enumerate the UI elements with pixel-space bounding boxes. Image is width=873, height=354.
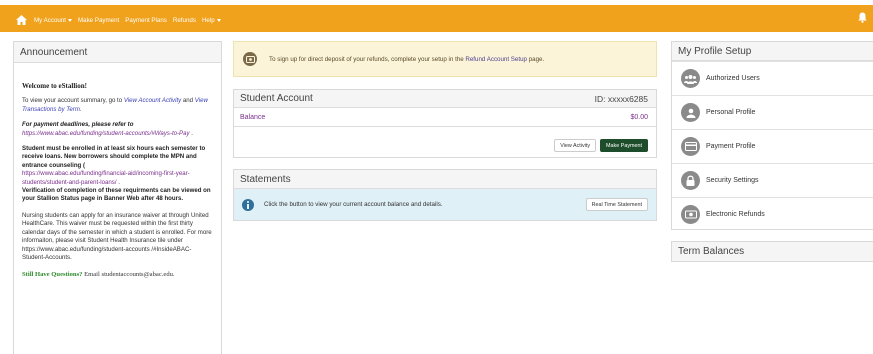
announcement-para-3: Student must be enrolled in at least six… [22, 145, 213, 204]
profile-item-electronic-refunds[interactable]: Electronic Refunds [672, 197, 873, 231]
profile-item-personal-profile[interactable]: Personal Profile [672, 95, 873, 129]
para-text: . [116, 178, 120, 186]
nav-label: Refunds [172, 16, 196, 24]
refund-notice: To sign up for direct deposit of your re… [233, 41, 657, 77]
balance-label: Balance [240, 113, 266, 121]
refund-account-setup-link[interactable]: Refund Account Setup [465, 56, 527, 63]
lock-icon [681, 171, 700, 190]
nav-label: Payment Plans [125, 16, 167, 24]
profile-setup-panel: My Profile Setup Authorized Users Person… [671, 41, 873, 230]
student-account-title: Student Account [240, 93, 313, 104]
profile-item-label: Security Settings [706, 177, 759, 184]
announcement-title: Announcement [14, 42, 221, 63]
account-actions: View Activity Make Payment [554, 139, 648, 152]
profile-item-security-settings[interactable]: Security Settings [672, 163, 873, 197]
view-activity-button[interactable]: View Activity [554, 139, 597, 152]
term-balances-panel: Term Balances [671, 241, 873, 262]
term-balances-title: Term Balances [672, 242, 873, 261]
nav-label: My Account [34, 16, 66, 24]
announcement-body: Welcome to eStallion! To view your accou… [14, 82, 221, 280]
nav-label: Make Payment [77, 16, 120, 24]
statements-info: Click the button to view your current ac… [234, 189, 656, 220]
profile-item-label: Electronic Refunds [706, 211, 765, 218]
real-time-statement-button[interactable]: Real Time Statement [585, 198, 648, 211]
notice-pre: To sign up for direct deposit of your re… [269, 55, 466, 63]
announcement-panel: Announcement Welcome to eStallion! To vi… [13, 41, 222, 354]
ways-to-pay-link[interactable]: https://www.abac.edu/funding/student-acc… [22, 130, 190, 137]
student-account-header: Student Account ID: xxxxx6285 [234, 90, 656, 108]
announcement-para-1: To view your account summary, go to View… [22, 97, 213, 114]
money-icon [681, 205, 700, 224]
statements-panel: Statements Click the button to view your… [233, 169, 657, 221]
caret-down-icon [67, 18, 72, 22]
statements-title: Statements [234, 170, 656, 189]
user-icon [681, 103, 700, 122]
nav-my-account[interactable]: My Account [34, 17, 72, 24]
para-text: To view your account summary, go to [22, 97, 124, 105]
profile-item-authorized-users[interactable]: Authorized Users [672, 61, 873, 95]
student-id: ID: xxxxx6285 [594, 93, 648, 104]
announcement-para-5: Still Have Questions? Email studentaccou… [22, 271, 213, 279]
make-payment-button[interactable]: Make Payment [600, 139, 648, 152]
profile-item-payment-profile[interactable]: Payment Profile [672, 129, 873, 163]
balance-value: $0.00 [630, 113, 648, 121]
para-text: . [79, 105, 82, 113]
caret-down-icon [216, 18, 221, 22]
statements-info-text: Click the button to view your current ac… [264, 201, 443, 208]
credit-card-icon [681, 137, 700, 156]
notice-text: To sign up for direct deposit of your re… [269, 56, 544, 63]
notice-post: page. [526, 55, 545, 63]
profile-item-label: Authorized Users [706, 75, 760, 82]
users-icon [681, 69, 700, 88]
bell-icon[interactable] [858, 12, 868, 24]
home-icon[interactable] [16, 14, 28, 26]
loans-link[interactable]: https://www.abac.edu/funding/financial-a… [22, 170, 190, 185]
nav-make-payment[interactable]: Make Payment [78, 17, 119, 24]
announcement-para-4: Nursing students can apply for an insura… [22, 211, 212, 261]
para-text: . [189, 129, 193, 137]
student-account-panel: Student Account ID: xxxxx6285 Balance $0… [233, 89, 657, 158]
welcome-heading: Welcome to eStallion! [22, 82, 87, 90]
questions-text: Still Have Questions? [22, 271, 83, 279]
email-text: Email studentaccounts@abac.edu. [82, 271, 175, 279]
balance-row: Balance $0.00 [234, 108, 656, 127]
profile-item-label: Personal Profile [706, 109, 756, 116]
main-nav: My Account Make Payment Payment Plans Re… [0, 9, 221, 31]
view-account-activity-link[interactable]: View Account Activity [124, 97, 181, 104]
nav-refunds[interactable]: Refunds [173, 17, 196, 24]
verification-text: Verification of completion of these requ… [22, 187, 211, 203]
top-strip [0, 0, 873, 5]
money-icon [243, 52, 257, 66]
nav-label: Help [201, 16, 215, 24]
announcement-para-2: For payment deadlines, please refer to ht… [22, 121, 213, 138]
deadlines-text: For payment deadlines, please refer to [22, 121, 134, 129]
info-icon [242, 198, 254, 211]
loans-text: Student must be enrolled in at least six… [22, 145, 206, 169]
profile-item-label: Payment Profile [706, 143, 756, 150]
profile-setup-title: My Profile Setup [672, 42, 873, 61]
nav-help[interactable]: Help [202, 17, 221, 24]
nav-payment-plans[interactable]: Payment Plans [125, 17, 167, 24]
para-text: and [181, 97, 195, 105]
